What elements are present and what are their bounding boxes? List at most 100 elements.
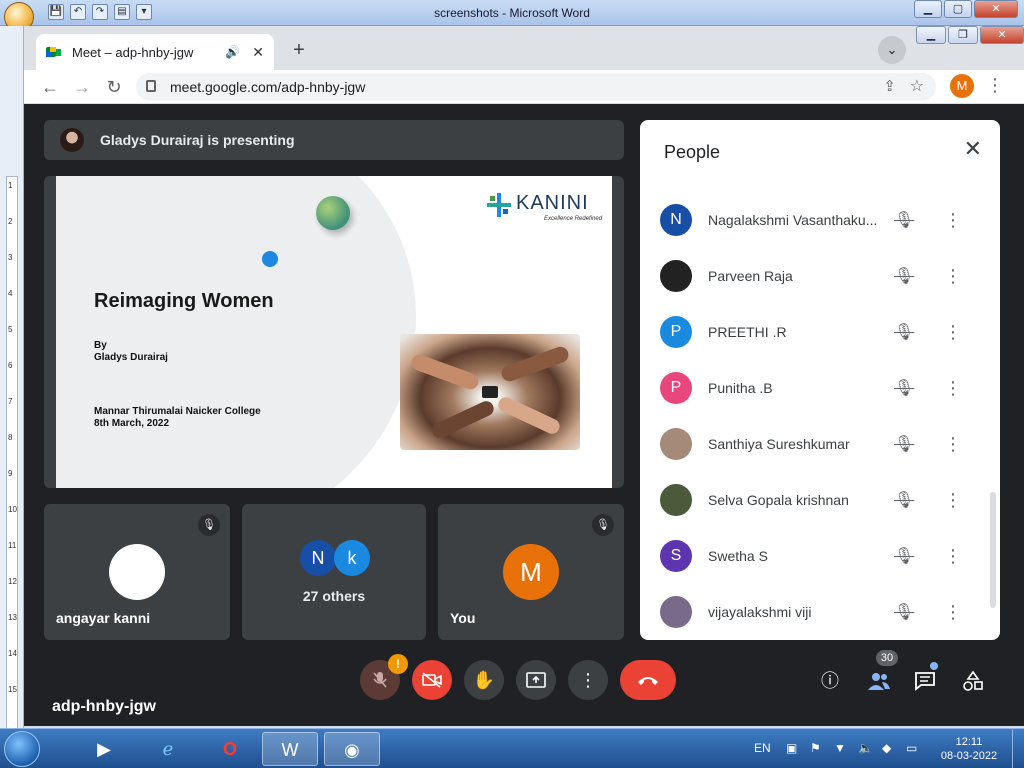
- mic-off-icon[interactable]: 🎙: [894, 378, 914, 398]
- people-panel-title: People: [664, 142, 721, 162]
- participant-row[interactable]: S Swetha S 🎙 ⋮: [640, 528, 1000, 584]
- participant-row[interactable]: Santhiya Sureshkumar 🎙 ⋮: [640, 416, 1000, 472]
- chat-button[interactable]: [910, 666, 940, 696]
- close-icon[interactable]: ✕: [964, 136, 982, 162]
- ruler-number: 3: [8, 253, 13, 262]
- profile-avatar[interactable]: M: [950, 74, 974, 98]
- presentation-frame[interactable]: KANINI Excellence Redefined Reimaging Wo…: [44, 176, 624, 488]
- share-icon[interactable]: ⇪: [883, 77, 896, 95]
- url-text[interactable]: meet.google.com/adp-hnby-jgw: [170, 79, 365, 95]
- people-scrollbar[interactable]: [990, 492, 996, 608]
- participant-avatar: [660, 596, 692, 628]
- participant-row[interactable]: vijayalakshmi viji 🎙 ⋮: [640, 584, 1000, 640]
- chrome-minimize-button[interactable]: ▁: [916, 26, 946, 44]
- opera-icon[interactable]: O: [202, 732, 258, 766]
- camera-off-icon: [422, 672, 442, 688]
- mic-off-icon[interactable]: 🎙: [894, 322, 914, 342]
- more-options-icon[interactable]: ⋮: [944, 378, 962, 399]
- word-minimize-button[interactable]: ▁: [914, 0, 942, 18]
- participant-row[interactable]: Parveen Raja 🎙 ⋮: [640, 248, 1000, 304]
- vertical-ruler: 1 2 3 4 5 6 7 8 9 10 11 12 13 14 15: [6, 176, 18, 736]
- slide-title: Reimaging Women: [94, 290, 274, 312]
- chrome-restore-button[interactable]: ❐: [948, 26, 978, 44]
- word-taskbar-icon[interactable]: W: [262, 732, 318, 766]
- media-player-icon[interactable]: ▶: [76, 732, 132, 766]
- more-options-icon[interactable]: ⋮: [944, 266, 962, 287]
- participant-list: N Nagalakshmi Vasanthaku... 🎙 ⋮ Parveen Raja…: [640, 192, 1000, 640]
- participant-row[interactable]: N Nagalakshmi Vasanthaku... 🎙 ⋮: [640, 192, 1000, 248]
- more-options-button[interactable]: ⋮: [568, 660, 608, 700]
- mic-off-icon[interactable]: 🎙: [894, 434, 914, 454]
- more-options-icon[interactable]: ⋮: [944, 434, 962, 455]
- security-tray-icon[interactable]: ⚑: [810, 741, 821, 755]
- word-close-button[interactable]: ✕: [974, 0, 1018, 18]
- word-maximize-button[interactable]: ▢: [944, 0, 972, 18]
- word-left-panel: 1 2 3 4 5 6 7 8 9 10 11 12 13 14 15: [0, 26, 24, 736]
- more-options-icon[interactable]: ⋮: [944, 210, 962, 231]
- ruler-number: 7: [8, 397, 13, 406]
- mic-off-icon[interactable]: 🎙: [894, 266, 914, 286]
- meeting-code[interactable]: adp-hnby-jgw: [52, 698, 156, 716]
- present-screen-button[interactable]: [516, 660, 556, 700]
- participant-tile[interactable]: 🎙 angayar kanni: [44, 504, 230, 640]
- bookmark-star-icon[interactable]: ☆: [910, 76, 924, 96]
- activities-button[interactable]: [958, 666, 988, 696]
- self-tile[interactable]: 🎙 M You: [438, 504, 624, 640]
- tab-search-button[interactable]: ⌄: [878, 36, 906, 64]
- system-clock[interactable]: 12:11 08-03-2022: [936, 735, 1002, 763]
- network-tray-icon[interactable]: ▼: [834, 741, 846, 755]
- internet-explorer-icon[interactable]: ℯ: [140, 732, 196, 766]
- slide-decor-dot: [262, 251, 278, 267]
- speaker-icon[interactable]: 🔊: [225, 45, 240, 59]
- chrome-close-button[interactable]: ✕: [980, 26, 1024, 44]
- teams-tray-icon[interactable]: ▣: [786, 741, 797, 755]
- start-button[interactable]: [4, 731, 40, 767]
- mic-off-icon[interactable]: 🎙: [894, 210, 914, 230]
- mic-off-icon[interactable]: 🎙: [894, 546, 914, 566]
- leave-call-button[interactable]: [620, 660, 676, 700]
- reload-button[interactable]: ↻: [102, 76, 126, 98]
- new-tab-button[interactable]: +: [286, 38, 312, 64]
- lock-icon[interactable]: [146, 80, 156, 92]
- raise-hand-button[interactable]: ✋: [464, 660, 504, 700]
- tab-meet[interactable]: Meet – adp-hnby-jgw 🔊 ✕: [36, 34, 274, 70]
- activities-icon: [963, 670, 983, 691]
- participant-name: Swetha S: [708, 548, 768, 564]
- presenting-banner: Gladys Durairaj is presenting: [44, 120, 624, 160]
- ruler-number: 12: [8, 577, 17, 586]
- meeting-details-button[interactable]: ⓘ: [815, 666, 845, 696]
- chrome-taskbar-icon[interactable]: ◉: [324, 732, 380, 766]
- volume-tray-icon[interactable]: 🔈: [858, 741, 873, 755]
- people-button[interactable]: [864, 666, 894, 696]
- more-options-icon[interactable]: ⋮: [944, 546, 962, 567]
- back-button[interactable]: ←: [38, 76, 62, 98]
- participant-row[interactable]: Selva Gopala krishnan 🎙 ⋮: [640, 472, 1000, 528]
- mic-off-icon[interactable]: 🎙: [894, 490, 914, 510]
- meet-stage: Gladys Durairaj is presenting KANINI Exc…: [24, 104, 1024, 726]
- others-avatar: N: [300, 540, 336, 576]
- chrome-menu-icon[interactable]: ⋮: [986, 75, 1004, 96]
- omnibox[interactable]: meet.google.com/adp-hnby-jgw ⇪ ☆: [136, 73, 936, 101]
- show-desktop-button[interactable]: [1012, 729, 1024, 768]
- ruler-number: 10: [8, 505, 17, 514]
- more-options-icon[interactable]: ⋮: [944, 602, 962, 623]
- chat-icon: [915, 672, 935, 691]
- participant-row[interactable]: P Punitha .B 🎙 ⋮: [640, 360, 1000, 416]
- participant-name: PREETHI .R: [708, 324, 787, 340]
- ruler-number: 4: [8, 289, 13, 298]
- language-indicator[interactable]: EN: [754, 741, 771, 755]
- notification-tray-icon[interactable]: ◆: [882, 741, 891, 755]
- mic-off-icon: [373, 672, 387, 688]
- people-icon: [868, 673, 890, 690]
- more-options-icon[interactable]: ⋮: [944, 490, 962, 511]
- display-tray-icon[interactable]: ▭: [906, 741, 917, 755]
- participant-row[interactable]: P PREETHI .R 🎙 ⋮: [640, 304, 1000, 360]
- forward-button[interactable]: →: [70, 76, 94, 98]
- others-tile[interactable]: N k 27 others: [242, 504, 426, 640]
- more-options-icon[interactable]: ⋮: [944, 322, 962, 343]
- camera-toggle[interactable]: [412, 660, 452, 700]
- mic-off-icon[interactable]: 🎙: [894, 602, 914, 622]
- ruler-number: 11: [8, 541, 17, 550]
- tab-close-icon[interactable]: ✕: [252, 44, 264, 61]
- ruler-number: 6: [8, 361, 13, 370]
